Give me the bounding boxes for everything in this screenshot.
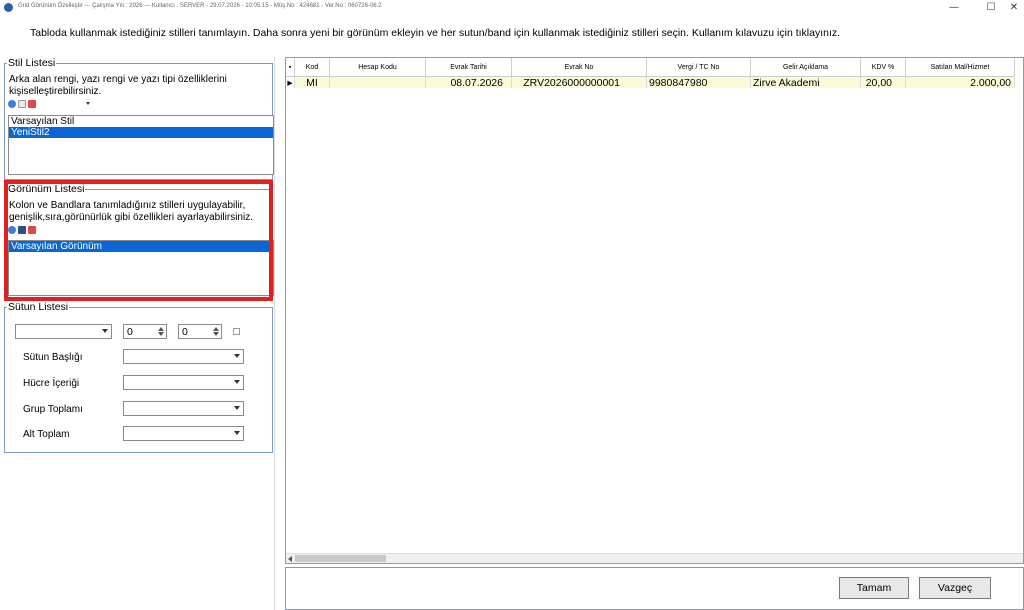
scrollbar-thumb[interactable] xyxy=(295,555,386,562)
column-list-group: Sütun Listesi 0 0 Sütun Başlığı Hücre İç… xyxy=(4,301,273,453)
delete-icon[interactable] xyxy=(28,99,36,108)
spin-up-icon[interactable] xyxy=(213,327,219,331)
cell-style-select[interactable] xyxy=(123,375,244,390)
table-cell[interactable]: 2.000,00 xyxy=(906,77,1015,88)
instruction-link[interactable]: Tabloda kullanmak istediğiniz stilleri t… xyxy=(30,27,840,39)
title-bar: Grid Görünüm Özelleştir --- Çalışma Yılı… xyxy=(0,0,1024,16)
style-list-title: Stil Listesi xyxy=(7,57,57,69)
column-header[interactable]: Hesap Kodu xyxy=(330,58,426,77)
header-style-label: Sütun Başlığı xyxy=(23,352,83,363)
app-icon xyxy=(4,3,13,12)
edit-icon[interactable] xyxy=(18,99,26,108)
cell-style-label: Hücre İçeriği xyxy=(23,378,80,389)
style-dropdown[interactable] xyxy=(40,99,92,108)
ok-button[interactable]: Tamam xyxy=(839,577,909,599)
row-indicator[interactable]: ▸ xyxy=(286,77,295,88)
chevron-down-icon xyxy=(102,329,108,333)
column-header[interactable]: KDV % xyxy=(861,58,906,77)
column-header[interactable]: Gelir Açıklama xyxy=(751,58,861,77)
highlight-frame xyxy=(4,180,273,301)
chevron-down-icon xyxy=(234,354,240,358)
column-header[interactable]: Vergi / TC No xyxy=(647,58,751,77)
column-spin-2[interactable]: 0 xyxy=(178,324,222,339)
chevron-down-icon xyxy=(234,406,240,410)
column-header[interactable]: Kod xyxy=(295,58,330,77)
group-total-style-label: Grup Toplamı xyxy=(23,404,83,415)
list-item[interactable]: YeniStil2 xyxy=(9,127,273,138)
table-cell[interactable]: 9980847980 xyxy=(647,77,751,88)
list-item[interactable]: Varsayılan Stil xyxy=(9,116,273,127)
panel-splitter[interactable] xyxy=(274,57,275,610)
spin-up-icon[interactable] xyxy=(158,327,164,331)
spin-down-icon[interactable] xyxy=(158,332,164,336)
table-cell[interactable] xyxy=(330,77,426,88)
style-listbox[interactable]: Varsayılan Stil YeniStil2 xyxy=(8,115,274,175)
header-style-select[interactable] xyxy=(123,349,244,364)
maximize-button[interactable]: ☐ xyxy=(979,1,1003,14)
window-title: Grid Görünüm Özelleştir --- Çalışma Yılı… xyxy=(18,3,382,9)
minimize-button[interactable]: — xyxy=(942,1,966,14)
column-header[interactable]: Satılan Mal/Hizmet xyxy=(906,58,1015,77)
sub-total-style-select[interactable] xyxy=(123,426,244,441)
scroll-left-icon[interactable] xyxy=(288,556,292,562)
spin-value: 0 xyxy=(127,326,133,338)
row-indicator-header: ▪ xyxy=(286,58,295,77)
preview-grid[interactable]: ▪ Kod Hesap Kodu Evrak Tarihi Evrak No V… xyxy=(285,57,1024,564)
close-button[interactable]: ✕ xyxy=(1002,1,1024,14)
table-cell[interactable]: Zirve Akademi xyxy=(751,77,861,88)
cancel-button[interactable]: Vazgeç xyxy=(919,577,991,599)
add-icon[interactable] xyxy=(8,99,16,108)
chevron-down-icon xyxy=(234,380,240,384)
column-list-title: Sütun Listesi xyxy=(7,301,70,313)
button-panel: Tamam Vazgeç xyxy=(285,567,1024,610)
horizontal-scrollbar[interactable] xyxy=(286,553,1023,563)
table-cell[interactable]: 20,00 xyxy=(861,77,906,88)
style-list-desc-2: kişiselleştirebilirsiniz. xyxy=(9,86,102,97)
style-toolbar xyxy=(8,99,92,108)
column-header[interactable]: Evrak No xyxy=(512,58,647,77)
chevron-down-icon xyxy=(234,431,240,435)
group-total-style-select[interactable] xyxy=(123,401,244,416)
table-cell[interactable]: ZRV2026000000001 xyxy=(512,77,647,88)
sub-total-style-label: Alt Toplam xyxy=(23,429,70,440)
column-spin-1[interactable]: 0 xyxy=(123,324,167,339)
column-header[interactable]: Evrak Tarihi xyxy=(426,58,512,77)
style-list-desc-1: Arka alan rengi, yazı rengi ve yazı tipi… xyxy=(9,74,227,85)
spin-value: 0 xyxy=(182,326,188,338)
style-list-group: Stil Listesi Arka alan rengi, yazı rengi… xyxy=(4,57,274,180)
spin-down-icon[interactable] xyxy=(213,332,219,336)
column-select[interactable] xyxy=(15,324,112,339)
table-cell[interactable]: MI xyxy=(295,77,330,88)
table-cell[interactable]: 08.07.2026 xyxy=(426,77,512,88)
column-visible-checkbox[interactable] xyxy=(233,328,240,335)
